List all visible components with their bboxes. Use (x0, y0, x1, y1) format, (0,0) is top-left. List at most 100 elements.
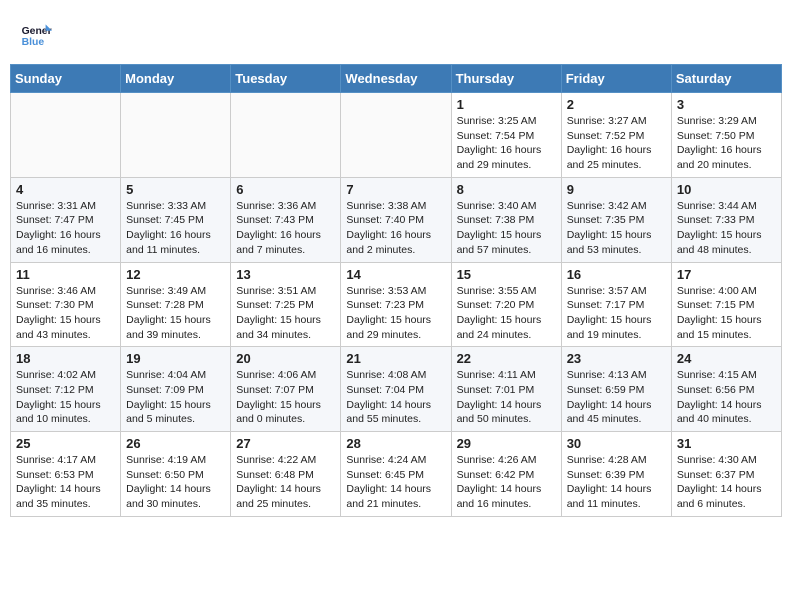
day-detail: Sunrise: 3:53 AMSunset: 7:23 PMDaylight:… (346, 284, 445, 343)
day-number: 4 (16, 182, 115, 197)
day-detail: Sunrise: 4:22 AMSunset: 6:48 PMDaylight:… (236, 453, 335, 512)
day-detail: Sunrise: 4:04 AMSunset: 7:09 PMDaylight:… (126, 368, 225, 427)
calendar-cell (231, 93, 341, 178)
calendar-cell: 9 Sunrise: 3:42 AMSunset: 7:35 PMDaylight… (561, 177, 671, 262)
day-number: 30 (567, 436, 666, 451)
calendar-cell: 4 Sunrise: 3:31 AMSunset: 7:47 PMDaylight… (11, 177, 121, 262)
day-number: 16 (567, 267, 666, 282)
day-number: 27 (236, 436, 335, 451)
calendar-header-row: SundayMondayTuesdayWednesdayThursdayFrid… (11, 65, 782, 93)
day-detail: Sunrise: 3:40 AMSunset: 7:38 PMDaylight:… (457, 199, 556, 258)
day-detail: Sunrise: 3:38 AMSunset: 7:40 PMDaylight:… (346, 199, 445, 258)
day-number: 26 (126, 436, 225, 451)
day-number: 20 (236, 351, 335, 366)
calendar-cell: 22 Sunrise: 4:11 AMSunset: 7:01 PMDayligh… (451, 347, 561, 432)
calendar-cell: 10 Sunrise: 3:44 AMSunset: 7:33 PMDayligh… (671, 177, 781, 262)
weekday-header-saturday: Saturday (671, 65, 781, 93)
day-number: 23 (567, 351, 666, 366)
calendar-cell: 15 Sunrise: 3:55 AMSunset: 7:20 PMDayligh… (451, 262, 561, 347)
day-detail: Sunrise: 4:17 AMSunset: 6:53 PMDaylight:… (16, 453, 115, 512)
day-detail: Sunrise: 3:29 AMSunset: 7:50 PMDaylight:… (677, 114, 776, 173)
calendar-week-row: 18Sunrise: 4:02 AMSunset: 7:12 PMDayligh… (11, 347, 782, 432)
calendar-cell: 5 Sunrise: 3:33 AMSunset: 7:45 PMDaylight… (121, 177, 231, 262)
calendar-cell: 16 Sunrise: 3:57 AMSunset: 7:17 PMDayligh… (561, 262, 671, 347)
weekday-header-friday: Friday (561, 65, 671, 93)
day-number: 2 (567, 97, 666, 112)
day-number: 29 (457, 436, 556, 451)
calendar-cell: 18Sunrise: 4:02 AMSunset: 7:12 PMDayligh… (11, 347, 121, 432)
day-detail: Sunrise: 3:25 AMSunset: 7:54 PMDaylight:… (457, 114, 556, 173)
day-detail: Sunrise: 3:44 AMSunset: 7:33 PMDaylight:… (677, 199, 776, 258)
calendar-cell: 25 Sunrise: 4:17 AMSunset: 6:53 PMDayligh… (11, 432, 121, 517)
day-number: 14 (346, 267, 445, 282)
logo-icon: General Blue (20, 18, 52, 50)
day-detail: Sunrise: 3:57 AMSunset: 7:17 PMDaylight:… (567, 284, 666, 343)
day-number: 17 (677, 267, 776, 282)
day-detail: Sunrise: 3:27 AMSunset: 7:52 PMDaylight:… (567, 114, 666, 173)
day-number: 11 (16, 267, 115, 282)
calendar-cell: 21 Sunrise: 4:08 AMSunset: 7:04 PMDayligh… (341, 347, 451, 432)
day-number: 22 (457, 351, 556, 366)
weekday-header-wednesday: Wednesday (341, 65, 451, 93)
day-number: 12 (126, 267, 225, 282)
day-detail: Sunrise: 3:46 AMSunset: 7:30 PMDaylight:… (16, 284, 115, 343)
day-detail: Sunrise: 4:26 AMSunset: 6:42 PMDaylight:… (457, 453, 556, 512)
calendar-cell: 24Sunrise: 4:15 AMSunset: 6:56 PMDayligh… (671, 347, 781, 432)
day-detail: Sunrise: 3:33 AMSunset: 7:45 PMDaylight:… (126, 199, 225, 258)
day-detail: Sunrise: 4:11 AMSunset: 7:01 PMDaylight:… (457, 368, 556, 427)
calendar-cell: 7 Sunrise: 3:38 AMSunset: 7:40 PMDaylight… (341, 177, 451, 262)
day-number: 15 (457, 267, 556, 282)
day-detail: Sunrise: 4:28 AMSunset: 6:39 PMDaylight:… (567, 453, 666, 512)
day-number: 21 (346, 351, 445, 366)
calendar-week-row: 25 Sunrise: 4:17 AMSunset: 6:53 PMDayligh… (11, 432, 782, 517)
day-detail: Sunrise: 3:36 AMSunset: 7:43 PMDaylight:… (236, 199, 335, 258)
day-number: 31 (677, 436, 776, 451)
day-detail: Sunrise: 3:51 AMSunset: 7:25 PMDaylight:… (236, 284, 335, 343)
weekday-header-tuesday: Tuesday (231, 65, 341, 93)
calendar-cell: 26 Sunrise: 4:19 AMSunset: 6:50 PMDayligh… (121, 432, 231, 517)
day-detail: Sunrise: 4:24 AMSunset: 6:45 PMDaylight:… (346, 453, 445, 512)
day-number: 5 (126, 182, 225, 197)
day-number: 19 (126, 351, 225, 366)
calendar-cell (341, 93, 451, 178)
day-number: 9 (567, 182, 666, 197)
day-detail: Sunrise: 3:55 AMSunset: 7:20 PMDaylight:… (457, 284, 556, 343)
day-detail: Sunrise: 4:08 AMSunset: 7:04 PMDaylight:… (346, 368, 445, 427)
day-detail: Sunrise: 4:02 AMSunset: 7:12 PMDaylight:… (16, 368, 115, 427)
calendar-cell: 31 Sunrise: 4:30 AMSunset: 6:37 PMDayligh… (671, 432, 781, 517)
calendar-cell: 20 Sunrise: 4:06 AMSunset: 7:07 PMDayligh… (231, 347, 341, 432)
calendar-cell (11, 93, 121, 178)
calendar-week-row: 1Sunrise: 3:25 AMSunset: 7:54 PMDaylight… (11, 93, 782, 178)
calendar-cell: 8 Sunrise: 3:40 AMSunset: 7:38 PMDaylight… (451, 177, 561, 262)
weekday-header-sunday: Sunday (11, 65, 121, 93)
page-header: General Blue (10, 10, 782, 54)
day-number: 25 (16, 436, 115, 451)
calendar-cell: 27 Sunrise: 4:22 AMSunset: 6:48 PMDayligh… (231, 432, 341, 517)
day-number: 28 (346, 436, 445, 451)
calendar-cell: 14 Sunrise: 3:53 AMSunset: 7:23 PMDayligh… (341, 262, 451, 347)
calendar-cell: 19 Sunrise: 4:04 AMSunset: 7:09 PMDayligh… (121, 347, 231, 432)
day-number: 7 (346, 182, 445, 197)
calendar-cell: 23 Sunrise: 4:13 AMSunset: 6:59 PMDayligh… (561, 347, 671, 432)
calendar-cell: 12 Sunrise: 3:49 AMSunset: 7:28 PMDayligh… (121, 262, 231, 347)
day-detail: Sunrise: 4:15 AMSunset: 6:56 PMDaylight:… (677, 368, 776, 427)
day-detail: Sunrise: 3:31 AMSunset: 7:47 PMDaylight:… (16, 199, 115, 258)
calendar-cell: 29 Sunrise: 4:26 AMSunset: 6:42 PMDayligh… (451, 432, 561, 517)
day-detail: Sunrise: 3:49 AMSunset: 7:28 PMDaylight:… (126, 284, 225, 343)
day-number: 8 (457, 182, 556, 197)
day-detail: Sunrise: 4:06 AMSunset: 7:07 PMDaylight:… (236, 368, 335, 427)
calendar-cell: 30 Sunrise: 4:28 AMSunset: 6:39 PMDayligh… (561, 432, 671, 517)
calendar-cell: 6Sunrise: 3:36 AMSunset: 7:43 PMDaylight… (231, 177, 341, 262)
day-detail: Sunrise: 4:30 AMSunset: 6:37 PMDaylight:… (677, 453, 776, 512)
calendar-cell: 13Sunrise: 3:51 AMSunset: 7:25 PMDayligh… (231, 262, 341, 347)
day-detail: Sunrise: 3:42 AMSunset: 7:35 PMDaylight:… (567, 199, 666, 258)
day-detail: Sunrise: 4:13 AMSunset: 6:59 PMDaylight:… (567, 368, 666, 427)
calendar-cell: 3 Sunrise: 3:29 AMSunset: 7:50 PMDaylight… (671, 93, 781, 178)
calendar-cell: 17Sunrise: 4:00 AMSunset: 7:15 PMDayligh… (671, 262, 781, 347)
calendar-cell: 2 Sunrise: 3:27 AMSunset: 7:52 PMDaylight… (561, 93, 671, 178)
logo: General Blue (20, 18, 52, 50)
day-number: 3 (677, 97, 776, 112)
day-detail: Sunrise: 4:19 AMSunset: 6:50 PMDaylight:… (126, 453, 225, 512)
day-number: 10 (677, 182, 776, 197)
calendar-week-row: 11 Sunrise: 3:46 AMSunset: 7:30 PMDayligh… (11, 262, 782, 347)
